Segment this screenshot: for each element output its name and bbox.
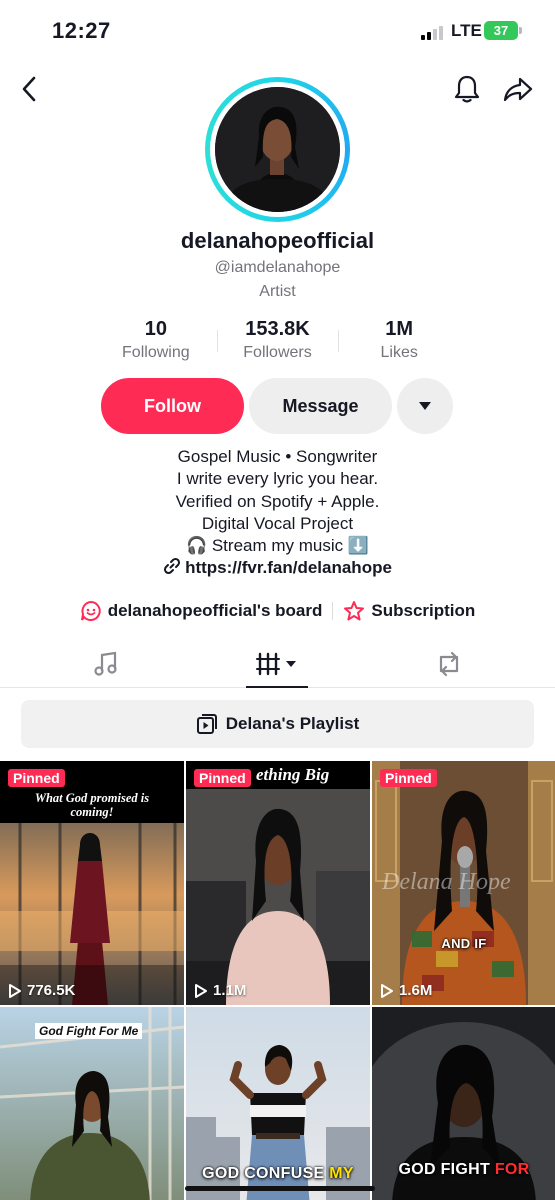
profile-stats: 10 Following 153.8K Followers 1M Likes — [95, 318, 460, 368]
subscription-link[interactable]: Subscription — [343, 600, 475, 622]
stat-label: Following — [122, 344, 190, 361]
view-count-text: 776.5K — [27, 982, 76, 999]
stat-followers[interactable]: 153.8K Followers — [216, 318, 339, 368]
display-name: delanahopeofficial — [180, 228, 375, 253]
video-subtitle: AND IF — [441, 936, 487, 951]
play-icon — [195, 983, 207, 998]
pinned-badge: Pinned — [194, 769, 251, 787]
tab-reposts[interactable] — [433, 648, 465, 680]
bio-line: Verified on Spotify + Apple. — [175, 491, 380, 511]
view-count: 1.1M — [194, 982, 246, 999]
video-caption: God Fight For Me — [35, 1023, 143, 1039]
video-thumbnail[interactable]: Pinned Delana Hope AND IF 1.6M — [372, 761, 555, 1005]
video-thumbnail[interactable]: Pinned What God promised is coming! 776.… — [0, 761, 184, 1005]
subtitle-part: GOD FIGHT — [398, 1161, 495, 1178]
battery-tip — [519, 27, 522, 34]
view-count: 776.5K — [8, 982, 75, 999]
home-indicator[interactable] — [185, 1186, 375, 1191]
subtitle-part: GOD CONFUSE — [202, 1165, 330, 1182]
music-note-icon — [94, 651, 117, 676]
video-thumbnail-image — [186, 761, 370, 1005]
pinned-badge: Pinned — [8, 769, 65, 787]
stat-label: Likes — [380, 344, 418, 361]
video-watermark: Delana Hope — [382, 869, 511, 895]
avatar-story-ring[interactable] — [205, 77, 350, 222]
video-thumbnail[interactable]: Pinned ething Big 1.1M — [186, 761, 370, 1005]
view-count-text: 1.6M — [399, 982, 433, 999]
video-subtitle: GOD FIGHT FOR — [372, 1161, 555, 1179]
tab-videos[interactable] — [256, 648, 300, 680]
suggested-accounts-button[interactable] — [397, 378, 453, 434]
battery-level: 37 — [493, 23, 509, 38]
share-button[interactable] — [502, 73, 534, 105]
chevron-left-icon — [22, 76, 36, 102]
board-subscription-row: delanahopeofficial's board Subscription — [0, 598, 555, 624]
subscription-star-icon — [344, 601, 365, 621]
bio: Gospel Music • Songwriter I write every … — [0, 446, 555, 580]
caret-down-icon — [419, 402, 431, 410]
playlist-button[interactable]: Delana's Playlist — [21, 700, 534, 748]
video-thumbnail[interactable]: GOD CONFUSE MY — [186, 1007, 370, 1200]
board-link[interactable]: delanahopeofficial's board — [80, 600, 323, 622]
video-thumbnail[interactable]: GOD FIGHT FOR — [372, 1007, 555, 1200]
playlist-label: Delana's Playlist — [225, 714, 360, 733]
avatar-gap — [210, 82, 345, 217]
bell-icon — [454, 75, 480, 103]
back-button[interactable] — [14, 73, 46, 105]
video-subtitle: GOD CONFUSE MY — [186, 1165, 370, 1183]
video-caption: What God promised is coming! — [34, 791, 150, 819]
subtitle-highlight: FOR — [494, 1161, 530, 1178]
stat-label: Followers — [243, 344, 312, 361]
repost-icon — [439, 651, 459, 677]
subscription-label: Subscription — [371, 601, 476, 620]
play-icon — [381, 983, 393, 998]
network-type: LTE — [451, 21, 482, 40]
bio-link[interactable]: https://fvr.fan/delanahope — [0, 557, 555, 579]
board-label: delanahopeofficial's board — [107, 601, 323, 620]
status-bar: 12:27 LTE 37 — [0, 0, 555, 64]
account-category: Artist — [259, 283, 296, 300]
stat-value: 1M — [385, 318, 414, 340]
message-button[interactable]: Message — [249, 378, 392, 434]
bio-line: 🎧 Stream my music ⬇️ — [185, 536, 370, 556]
bio-line: Digital Vocal Project — [201, 513, 354, 533]
video-caption: ething Big — [256, 765, 330, 784]
stat-value: 153.8K — [245, 318, 310, 340]
bio-line: Gospel Music • Songwriter — [177, 447, 378, 466]
stat-value: 10 — [144, 318, 167, 340]
username-handle: @iamdelanahope — [214, 259, 341, 276]
smiley-bubble-icon — [80, 600, 101, 621]
share-arrow-icon — [503, 77, 533, 102]
video-thumbnail[interactable]: God Fight For Me — [0, 1007, 184, 1200]
subtitle-highlight: MY — [329, 1165, 354, 1182]
follow-button[interactable]: Follow — [101, 378, 244, 434]
playlist-icon — [196, 714, 217, 734]
clock: 12:27 — [52, 18, 111, 43]
avatar — [215, 87, 340, 212]
play-icon — [9, 983, 21, 998]
battery-icon: 37 — [484, 21, 518, 40]
divider — [332, 602, 334, 620]
notifications-button[interactable] — [451, 73, 483, 105]
bio-link-text: https://fvr.fan/delanahope — [185, 558, 392, 578]
stat-following[interactable]: 10 Following — [95, 318, 217, 368]
tab-music[interactable] — [90, 648, 122, 680]
video-grid-icon — [256, 652, 296, 676]
pinned-badge: Pinned — [380, 769, 437, 787]
cellular-signal-icon — [421, 24, 447, 40]
view-count-text: 1.1M — [213, 982, 247, 999]
view-count: 1.6M — [380, 982, 432, 999]
stat-likes[interactable]: 1M Likes — [338, 318, 460, 368]
link-icon — [164, 558, 181, 575]
active-tab-indicator — [246, 686, 308, 688]
content-tabs — [0, 642, 555, 688]
bio-line: I write every lyric you hear. — [176, 469, 379, 489]
